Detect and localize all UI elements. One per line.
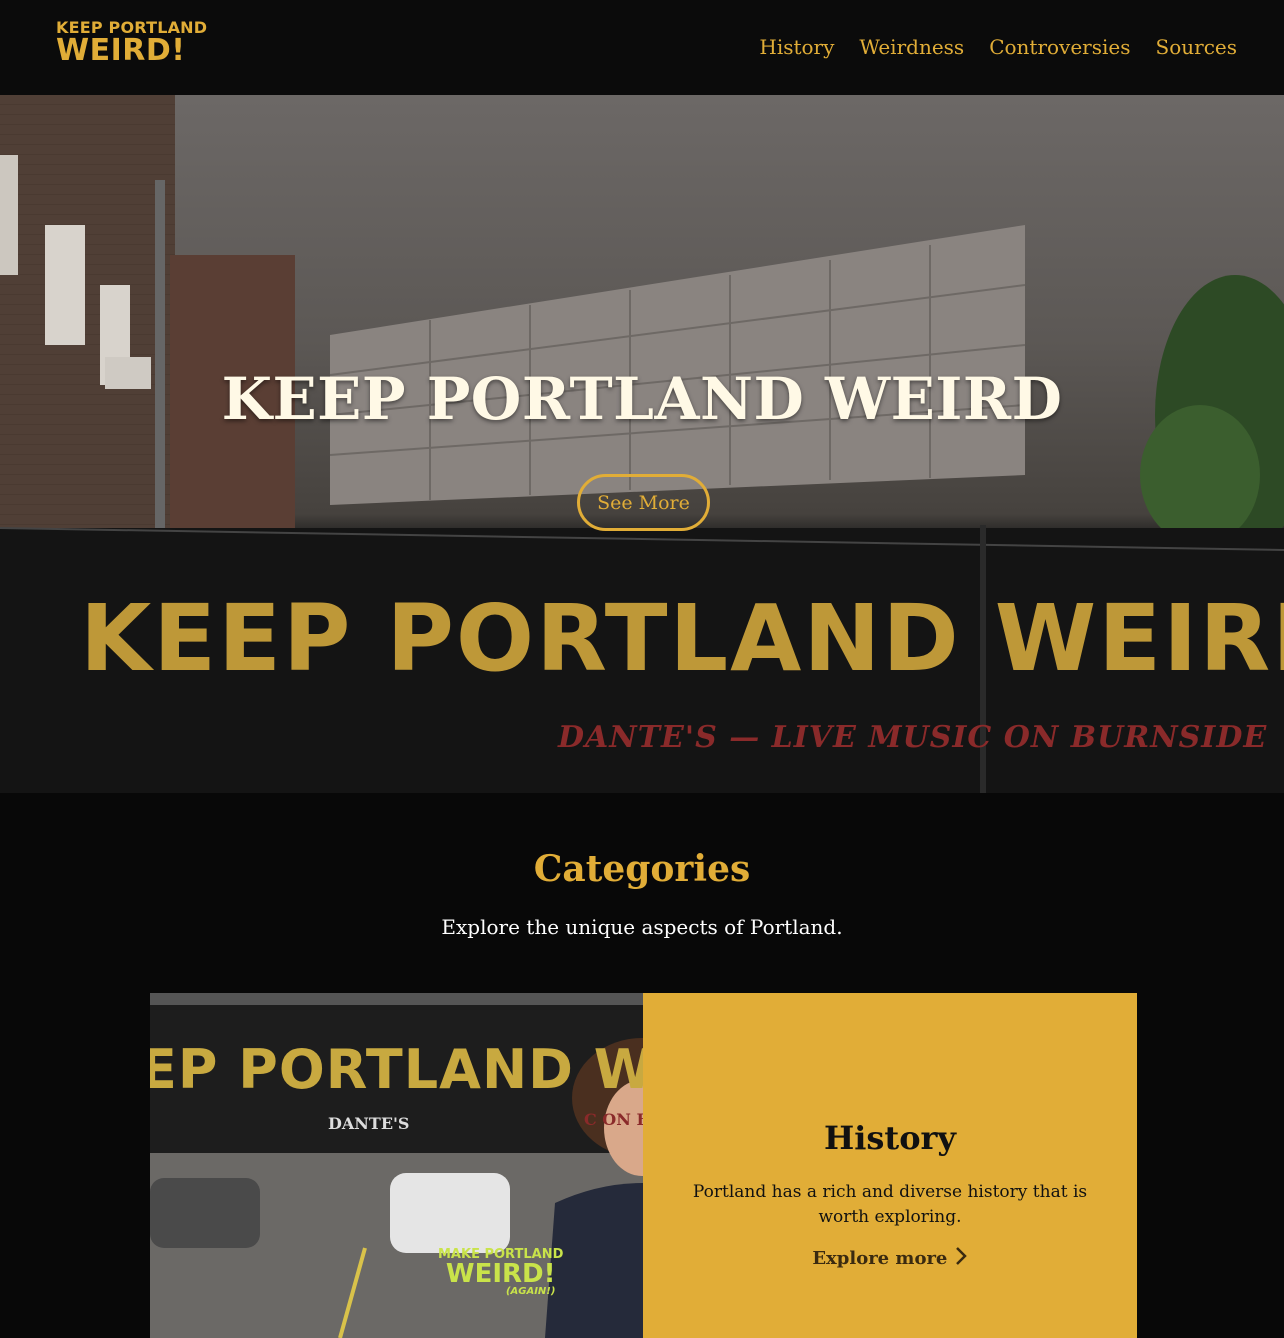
hero-title: KEEP PORTLAND WEIRD [221,365,1063,433]
explore-more-link[interactable]: Explore more [643,1246,1137,1271]
nav-controversies[interactable]: Controversies [989,32,1130,62]
history-card-image: EP PORTLAND WE DANTE'S C ON BU MAKE PORT… [150,993,643,1338]
site-logo[interactable]: KEEP PORTLAND WEIRD! [56,19,208,69]
main-nav: History Weirdness Controversies Sources [759,32,1237,62]
logo-line-2: WEIRD! [56,33,186,68]
wall-subsign: DANTE'S — LIVE MUSIC ON BURNSIDE [558,720,1268,755]
categories-subtitle: Explore the unique aspects of Portland. [441,915,843,939]
wall-sign: KEEP PORTLAND WEIRD [80,585,1284,692]
chevron-right-icon [954,1246,968,1271]
hero-section: KEEP PORTLAND WEIRD DANTE'S — LIVE MUSIC… [0,95,1284,793]
categories-title: Categories [533,848,751,890]
history-image-mural-sub2: C ON BU [584,1110,643,1129]
nav-weirdness[interactable]: Weirdness [859,32,964,62]
history-image-mural-sub1: DANTE'S [328,1114,410,1133]
nav-sources[interactable]: Sources [1156,32,1237,62]
history-card-title: History [824,1119,956,1157]
history-card-description: Portland has a rich and diverse history … [692,1182,1088,1227]
site-header: KEEP PORTLAND WEIRD! History Weirdness C… [0,0,1284,95]
shirt-print: MAKE PORTLAND WEIRD! (AGAIN!) [438,1248,563,1297]
shirt-line-3: (AGAIN!) [505,1286,556,1297]
explore-more-label: Explore more [812,1248,948,1269]
shirt-line-2: WEIRD! [445,1259,556,1289]
see-more-button[interactable]: See More [577,474,710,531]
history-card-body: History Portland has a rich and diverse … [643,993,1137,1338]
nav-history[interactable]: History [759,32,834,62]
category-card-history: EP PORTLAND WE DANTE'S C ON BU MAKE PORT… [150,993,1137,1338]
history-image-mural: EP PORTLAND WE [150,1038,643,1101]
